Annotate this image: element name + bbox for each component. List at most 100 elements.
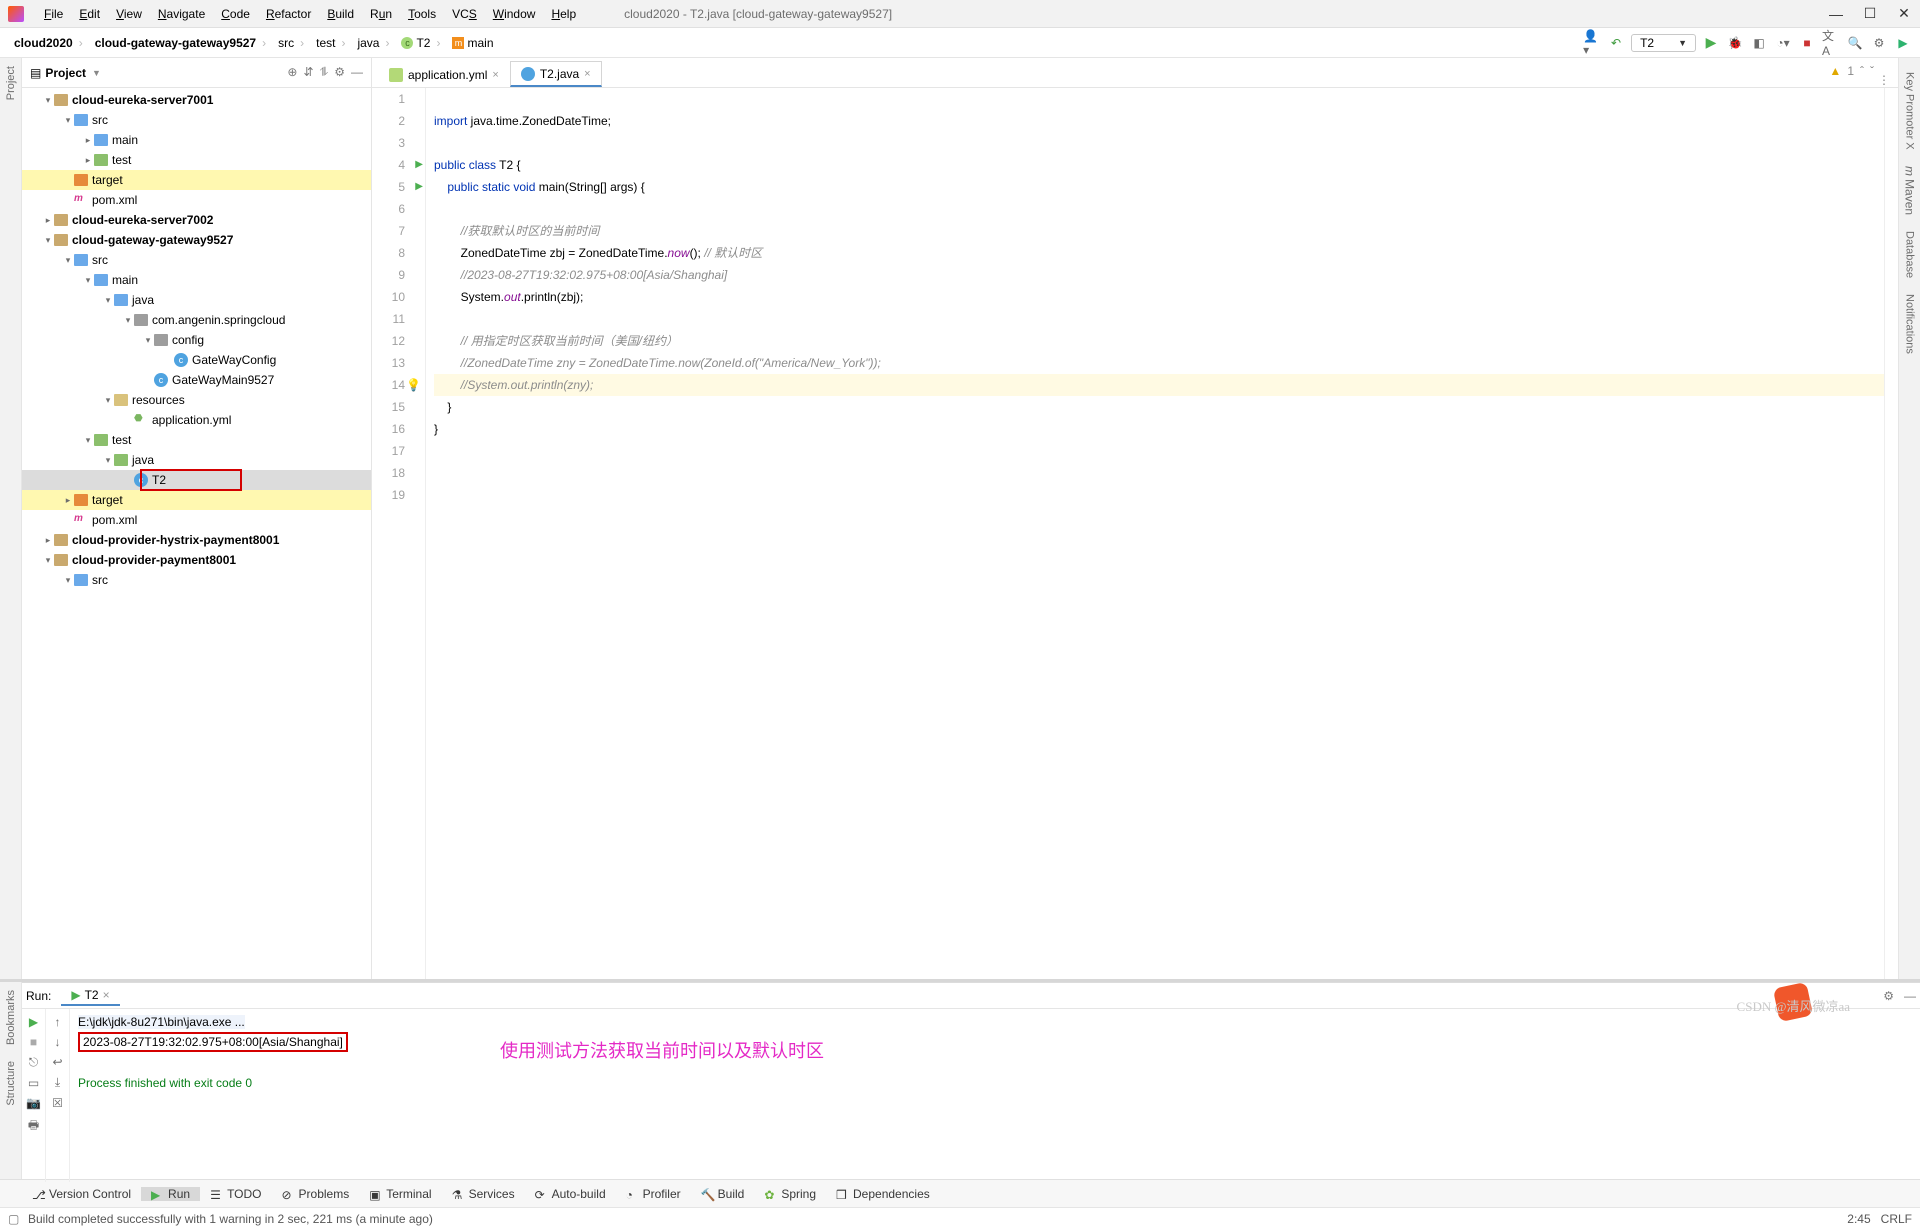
editor-gutter[interactable]: 123 4▶ 5▶ 678910111213 14💡 1516171819: [372, 88, 426, 979]
run-exit-icon[interactable]: ⎋: [29, 1055, 39, 1070]
run-stop-icon[interactable]: ■: [30, 1035, 37, 1049]
menu-vcs[interactable]: VCS: [444, 7, 485, 21]
menu-view[interactable]: View: [108, 7, 150, 21]
menu-code[interactable]: Code: [213, 7, 258, 21]
chevron-down-icon[interactable]: ˇ: [1870, 64, 1874, 78]
tool-autobuild[interactable]: ⟳Auto-build: [525, 1187, 616, 1201]
search-icon[interactable]: 🔍: [1846, 34, 1864, 52]
run-config-selector[interactable]: T2▼: [1631, 34, 1696, 52]
soft-wrap-icon[interactable]: ↩: [52, 1055, 62, 1069]
tool-notifications[interactable]: Notifications: [1904, 286, 1916, 362]
tree-src[interactable]: src: [92, 113, 108, 127]
run-button-icon[interactable]: ▶: [1702, 34, 1720, 52]
project-tree[interactable]: ▾cloud-eureka-server7001 ▾src ▸main ▸tes…: [22, 88, 371, 979]
translate-icon[interactable]: 文A: [1822, 34, 1840, 52]
tree-pom2[interactable]: pom.xml: [92, 513, 137, 527]
menu-tools[interactable]: Tools: [400, 7, 444, 21]
ai-icon[interactable]: ▶: [1894, 34, 1912, 52]
tree-test2[interactable]: test: [112, 433, 131, 447]
expand-icon[interactable]: ⇵: [303, 65, 313, 80]
close-icon[interactable]: ✕: [1896, 6, 1912, 22]
crumb-test[interactable]: test: [310, 36, 351, 50]
tool-database[interactable]: Database: [1904, 223, 1916, 286]
project-panel-title[interactable]: Project: [45, 66, 86, 80]
menu-edit[interactable]: Edit: [71, 7, 108, 21]
editor-more-icon[interactable]: ⋮: [1870, 73, 1898, 87]
gutter-run-icon[interactable]: ▶: [415, 154, 423, 176]
menu-window[interactable]: Window: [485, 7, 544, 21]
tool-todo[interactable]: ☰TODO: [200, 1187, 271, 1201]
tree-src2[interactable]: src: [92, 253, 108, 267]
menu-run[interactable]: Run: [362, 7, 400, 21]
crumb-class[interactable]: cT2: [395, 36, 446, 50]
tree-resources[interactable]: resources: [132, 393, 185, 407]
intention-bulb-icon[interactable]: 💡: [406, 374, 421, 396]
code-editor[interactable]: import java.time.ZonedDateTime; public c…: [426, 88, 1884, 979]
profile-icon[interactable]: ◔▾: [1774, 34, 1792, 52]
tree-pom[interactable]: pom.xml: [92, 193, 137, 207]
run-tab-close-icon[interactable]: ×: [103, 988, 110, 1002]
menu-build[interactable]: Build: [319, 7, 362, 21]
settings-icon[interactable]: ⚙: [1870, 34, 1888, 52]
tool-project[interactable]: Project: [5, 58, 17, 108]
tree-pkg[interactable]: com.angenin.springcloud: [152, 313, 285, 327]
panel-settings-icon[interactable]: ⚙: [334, 65, 345, 80]
menu-navigate[interactable]: Navigate: [150, 7, 213, 21]
tool-services[interactable]: ⚗Services: [442, 1187, 525, 1201]
debug-button-icon[interactable]: 🐞: [1726, 34, 1744, 52]
scroll-down-icon[interactable]: ↓: [55, 1035, 61, 1049]
editor-inspection-widget[interactable]: ▲1 ˆˇ: [1829, 64, 1874, 78]
tool-spring[interactable]: ✿Spring: [754, 1187, 826, 1201]
back-arrow-icon[interactable]: ↶: [1607, 34, 1625, 52]
tool-build[interactable]: 🔨Build: [691, 1187, 755, 1201]
project-view-dropdown-icon[interactable]: ▼: [92, 68, 101, 78]
tree-module[interactable]: cloud-eureka-server7001: [72, 93, 213, 107]
crumb-src[interactable]: src: [272, 36, 310, 50]
tree-t2-selected[interactable]: cT2: [22, 470, 371, 490]
tool-terminal[interactable]: ▣Terminal: [359, 1187, 441, 1201]
tree-test[interactable]: test: [112, 153, 131, 167]
tool-profiler[interactable]: ◔Profiler: [616, 1187, 691, 1201]
tree-main[interactable]: main: [112, 133, 138, 147]
tree-class2[interactable]: GateWayMain9527: [172, 373, 274, 387]
line-separator[interactable]: CRLF: [1881, 1212, 1912, 1226]
hide-panel-icon[interactable]: —: [351, 65, 363, 80]
locate-icon[interactable]: ⊕: [287, 65, 297, 80]
crumb-method[interactable]: mmain: [446, 36, 505, 50]
tree-class1[interactable]: GateWayConfig: [192, 353, 276, 367]
editor-error-stripe[interactable]: [1884, 88, 1898, 979]
console-output[interactable]: E:\jdk\jdk-8u271\bin\java.exe ... 2023-0…: [70, 1009, 1920, 1182]
tab-application-yml[interactable]: application.yml×: [378, 61, 510, 87]
tool-run[interactable]: ▶Run: [141, 1187, 200, 1201]
scroll-up-icon[interactable]: ↑: [55, 1015, 61, 1029]
tree-config[interactable]: config: [172, 333, 204, 347]
tool-maven[interactable]: m Maven: [1903, 158, 1917, 223]
maximize-icon[interactable]: ☐: [1862, 6, 1878, 22]
scroll-end-icon[interactable]: ⤓: [55, 1075, 60, 1090]
tool-bookmarks[interactable]: Bookmarks: [5, 982, 17, 1053]
tree-src3[interactable]: src: [92, 573, 108, 587]
run-tab-t2[interactable]: ▶ T2 ×: [61, 986, 119, 1006]
tree-main2[interactable]: main: [112, 273, 138, 287]
tree-module2[interactable]: cloud-eureka-server7002: [72, 213, 213, 227]
coverage-icon[interactable]: ◧: [1750, 34, 1768, 52]
tool-dependencies[interactable]: ❒Dependencies: [826, 1187, 940, 1201]
run-camera-icon[interactable]: 📷: [26, 1096, 41, 1110]
user-icon[interactable]: 👤▾: [1583, 34, 1601, 52]
tool-structure[interactable]: Structure: [5, 1053, 17, 1114]
caret-position[interactable]: 2:45: [1847, 1212, 1870, 1226]
menu-help[interactable]: Help: [543, 7, 584, 21]
tab-t2-java[interactable]: T2.java×: [510, 61, 602, 87]
crumb-project[interactable]: cloud2020: [8, 36, 89, 50]
run-print-icon[interactable]: 🖶: [28, 1116, 39, 1137]
tree-module4[interactable]: cloud-provider-hystrix-payment8001: [72, 533, 279, 547]
tree-module5[interactable]: cloud-provider-payment8001: [72, 553, 236, 567]
tab-close-icon[interactable]: ×: [584, 68, 590, 80]
tree-target[interactable]: target: [92, 173, 123, 187]
tool-version-control[interactable]: ⎇Version Control: [22, 1187, 141, 1201]
tree-java[interactable]: java: [132, 293, 154, 307]
collapse-icon[interactable]: ⥮: [320, 65, 329, 80]
tree-module3[interactable]: cloud-gateway-gateway9527: [72, 233, 233, 247]
tree-target2[interactable]: target: [92, 493, 123, 507]
menu-refactor[interactable]: Refactor: [258, 7, 319, 21]
